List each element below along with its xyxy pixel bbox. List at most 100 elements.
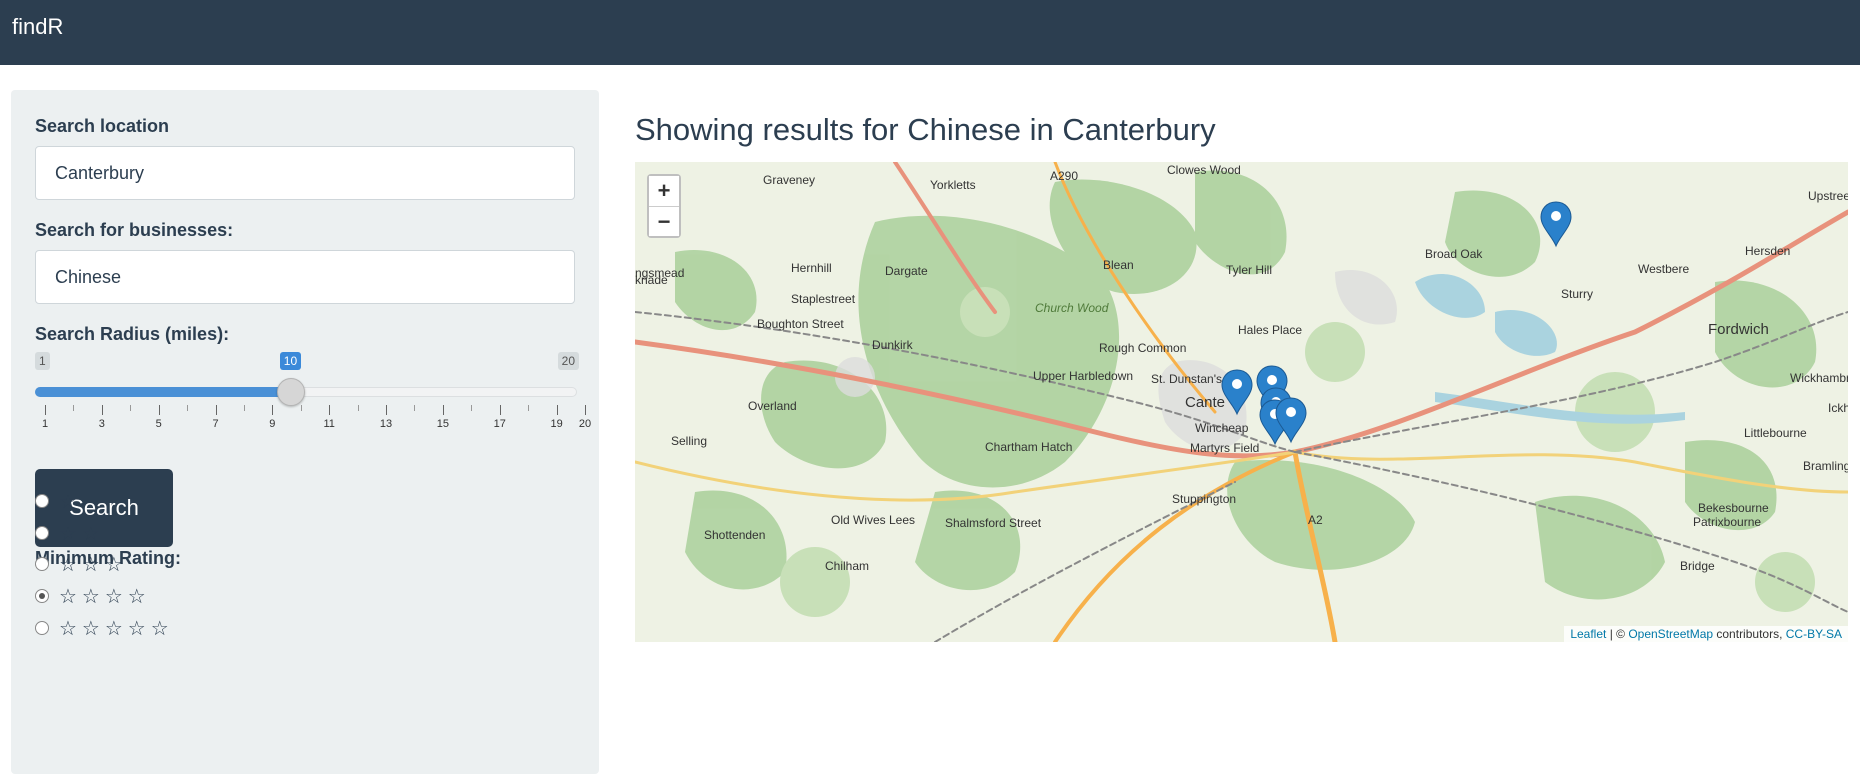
rating-radio[interactable] [35,557,49,571]
map-place-label: Boughton Street [757,317,844,331]
star-icon: ☆ [59,490,82,513]
map-place-label: Tyler Hill [1226,263,1272,277]
map-place-label: Stuppington [1172,492,1236,506]
map-place-label: Yorkletts [930,178,976,192]
map-place-label: Wincheap [1195,421,1249,435]
slider-tick-label: 11 [323,418,335,430]
rating-option[interactable]: ☆☆ [35,521,105,545]
map-place-label: Wickhambreaux [1790,371,1848,385]
slider-fill [35,387,291,397]
slider-tick [215,405,217,415]
map-place-label: Old Wives Lees [831,513,915,527]
map-place-label: Littlebourne [1744,426,1807,440]
zoom-control: + − [647,174,681,238]
slider-min-label: 1 [35,352,50,370]
map-attribution: Leaflet | © OpenStreetMap contributors, … [1564,626,1848,642]
slider-tick-label: 3 [98,418,105,430]
slider-tick-label: 15 [436,418,450,430]
map-place-label: Hernhill [791,261,832,275]
results-heading: Showing results for Chinese in Canterbur… [635,112,1216,147]
slider-tick [73,405,75,411]
map-place-label: Blean [1103,258,1134,272]
slider-tick [357,405,359,411]
map-place-label: A290 [1050,169,1078,183]
map-place-label: Graveney [763,173,815,187]
rating-radio[interactable] [35,494,49,508]
map-place-label: Chartham Hatch [985,440,1072,454]
slider-tick [187,405,189,411]
map-place-label: Upstreet [1808,189,1848,203]
map-place-label: Bramling [1803,459,1848,473]
map-place-label: Shalmsford Street [945,516,1042,530]
attribution-contributors: contributors, [1713,627,1786,641]
slider-tick [585,405,586,415]
slider-tick [101,405,103,415]
slider-tick-label: 20 [578,418,592,430]
rating-option[interactable]: ☆☆☆ [35,552,128,576]
slider-tick [414,405,416,411]
slider-tick [243,405,245,411]
slider-tick [158,405,160,415]
map-tiles: Graveney Yorkletts A290 Clowes Wood Upstreet… [635,162,1848,642]
slider-tick [386,405,388,415]
map-place-label: Martyrs Field [1190,441,1259,455]
map-place-label: Shottenden [704,528,765,542]
rating-radio[interactable] [35,526,49,540]
rating-option[interactable]: ☆ [35,489,82,513]
slider-tick-label: 17 [493,418,506,430]
business-label: Search for businesses: [35,220,234,240]
slider-tick [272,405,274,415]
map-place-label: Dargate [885,264,928,278]
slider-tick [300,405,302,411]
slider-tick-label: 5 [155,418,162,430]
map-place-label: Hales Place [1238,323,1302,337]
map-place-label: Staplestreet [791,292,856,306]
app-brand[interactable]: findR [12,14,63,40]
slider-tick [45,405,46,415]
rating-option[interactable]: ☆☆☆☆ [35,584,151,608]
radius-slider[interactable]: 1 10 20 1 3 5 7 9 11 13 15 17 19 20 [35,352,591,432]
slider-value-label: 10 [279,352,302,370]
zoom-in-button[interactable]: + [649,176,679,206]
slider-tick [329,405,331,415]
slider-tick-label: 7 [212,418,219,430]
star-icon: ☆☆☆☆ [59,585,151,608]
map-place-label: Bridge [1680,559,1715,573]
map-place-label: Sturry [1561,287,1593,301]
map-place-label: Patrixbourne [1693,515,1761,529]
map-place-label: Chilham [825,559,869,573]
map-place-label: Cante [1185,394,1225,411]
slider-handle[interactable] [276,378,305,406]
slider-tick [442,405,444,415]
map-place-label: knade [635,273,668,287]
rating-radio[interactable] [35,589,49,603]
slider-tick [499,405,501,415]
map-place-label: Ickham [1828,401,1848,415]
location-input[interactable] [35,146,575,200]
rating-radio[interactable] [35,621,49,635]
results-map[interactable]: Graveney Yorkletts A290 Clowes Wood Upstreet… [635,162,1848,642]
license-link[interactable]: CC-BY-SA [1786,627,1842,641]
map-place-label: Fordwich [1708,321,1769,338]
map-place-label: A2 [1308,513,1323,527]
business-input[interactable] [35,250,575,304]
navbar: findR [0,0,1860,65]
map-place-label: Westbere [1638,262,1689,276]
zoom-out-button[interactable]: − [649,206,679,236]
star-icon: ☆☆ [59,522,105,545]
map-place-label: Selling [671,434,707,448]
rating-option[interactable]: ☆☆☆☆☆ [35,616,174,640]
map-place-label: St. Dunstan's [1151,372,1222,386]
osm-link[interactable]: OpenStreetMap [1628,627,1713,641]
search-sidebar: Search location Search for businesses: S… [11,90,599,774]
map-place-label: Rough Common [1099,341,1186,355]
map-place-label: Clowes Wood [1167,163,1241,177]
slider-tick [130,405,132,411]
star-icon: ☆☆☆☆☆ [59,617,174,640]
slider-tick-label: 1 [41,418,49,430]
slider-tick [556,405,558,415]
leaflet-link[interactable]: Leaflet [1570,627,1606,641]
radius-label: Search Radius (miles): [35,324,230,344]
slider-tick-label: 9 [269,418,276,430]
map-place-label: Church Wood [1035,301,1109,315]
